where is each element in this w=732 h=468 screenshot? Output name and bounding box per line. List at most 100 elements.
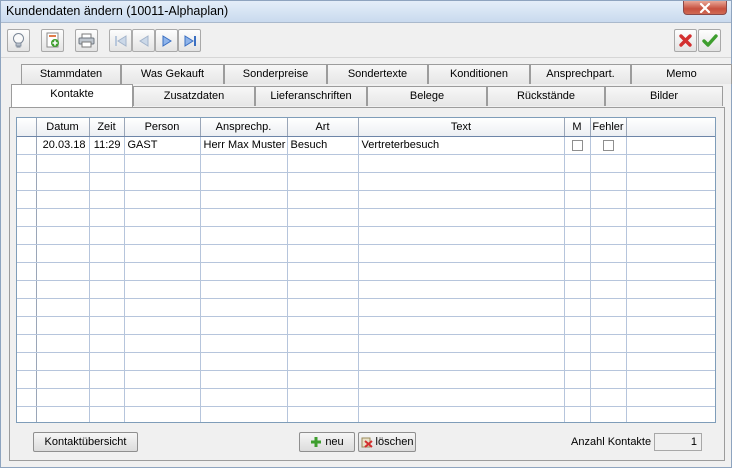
cell-text <box>358 208 565 227</box>
cell-ansprechp <box>200 262 288 281</box>
cell-fehler <box>590 208 627 227</box>
cell-zeit <box>89 154 125 173</box>
cell-fehler <box>590 226 627 245</box>
cell-datum <box>36 244 90 263</box>
tab-sondertexte[interactable]: Sondertexte <box>327 64 428 84</box>
cell-ansprechp <box>200 280 288 299</box>
cell-text <box>358 154 565 173</box>
cell-text <box>358 352 565 371</box>
cell-filler <box>626 154 715 173</box>
cell-m <box>564 388 591 407</box>
cell-text <box>358 190 565 209</box>
empty-table-row <box>17 370 715 389</box>
contact-overview-button[interactable]: Kontaktübersicht <box>33 432 138 452</box>
cell-m <box>564 154 591 173</box>
first-record-button[interactable] <box>109 29 132 52</box>
cell-zeit[interactable]: 11:29 <box>89 136 125 155</box>
cell-m <box>564 316 591 335</box>
tab-zusatzdaten[interactable]: Zusatzdaten <box>133 86 255 106</box>
row-indicator <box>17 334 37 353</box>
cell-text <box>358 226 565 245</box>
cell-filler <box>626 352 715 371</box>
column-header-datum[interactable]: Datum <box>36 118 90 137</box>
column-header-zeit[interactable]: Zeit <box>89 118 125 137</box>
cell-zeit <box>89 190 125 209</box>
fehler-checkbox[interactable] <box>602 139 614 151</box>
cell-art <box>287 172 359 191</box>
cell-zeit <box>89 370 125 389</box>
new-contact-button[interactable]: neu <box>299 432 355 452</box>
tab-was-gekauft[interactable]: Was Gekauft <box>121 64 224 84</box>
tab-lieferanschriften[interactable]: Lieferanschriften <box>255 86 367 106</box>
hint-button[interactable] <box>7 29 30 52</box>
m-checkbox[interactable] <box>571 139 583 151</box>
cell-text <box>358 370 565 389</box>
empty-table-row <box>17 280 715 299</box>
column-header-fehler[interactable]: Fehler <box>590 118 627 137</box>
cancel-icon <box>679 34 692 47</box>
cell-art <box>287 370 359 389</box>
next-record-icon <box>162 34 172 47</box>
empty-table-row <box>17 226 715 245</box>
print-button[interactable] <box>75 29 98 52</box>
cell-fehler <box>590 172 627 191</box>
last-record-button[interactable] <box>178 29 201 52</box>
cell-text[interactable]: Vertreterbesuch <box>358 136 565 155</box>
cell-ansprechp <box>200 190 288 209</box>
tab-sonderpreise[interactable]: Sonderpreise <box>224 64 327 84</box>
cell-art <box>287 406 359 422</box>
tab-memo[interactable]: Memo <box>631 64 732 84</box>
last-record-icon <box>184 34 196 47</box>
tab-ansprechpart[interactable]: Ansprechpart. <box>530 64 631 84</box>
empty-table-row <box>17 154 715 173</box>
table-row[interactable]: 20.03.18 11:29 GAST Herr Max Muster Besu… <box>17 136 715 155</box>
tab-konditionen[interactable]: Konditionen <box>428 64 530 84</box>
cell-zeit <box>89 406 125 422</box>
cell-filler <box>626 316 715 335</box>
tab-stammdaten[interactable]: Stammdaten <box>21 64 121 84</box>
confirm-button[interactable] <box>698 29 721 52</box>
delete-contact-button[interactable]: löschen <box>358 432 416 452</box>
tab-bilder[interactable]: Bilder <box>605 86 723 106</box>
cell-zeit <box>89 388 125 407</box>
toolbar <box>1 24 731 58</box>
column-header-art[interactable]: Art <box>287 118 359 137</box>
dialog-window: Kundendaten ändern (10011-Alphaplan) Sta… <box>0 0 732 468</box>
printer-icon <box>78 33 95 48</box>
next-record-button[interactable] <box>155 29 178 52</box>
previous-record-button[interactable] <box>132 29 155 52</box>
row-indicator <box>17 190 37 209</box>
cell-datum <box>36 334 90 353</box>
cell-art[interactable]: Besuch <box>287 136 359 155</box>
row-indicator <box>17 172 37 191</box>
cell-datum <box>36 316 90 335</box>
new-record-button[interactable] <box>41 29 64 52</box>
row-indicator[interactable] <box>17 136 37 155</box>
column-header-m[interactable]: M <box>564 118 591 137</box>
cell-m <box>564 352 591 371</box>
cell-ansprechp[interactable]: Herr Max Muster <box>200 136 288 155</box>
tab-rueckstaende[interactable]: Rückstände <box>487 86 605 106</box>
cell-filler <box>626 136 715 155</box>
cell-datum <box>36 388 90 407</box>
tab-kontakte[interactable]: Kontakte <box>11 84 133 107</box>
cell-ansprechp <box>200 388 288 407</box>
cell-person[interactable]: GAST <box>124 136 201 155</box>
column-header-text[interactable]: Text <box>358 118 565 137</box>
cell-datum <box>36 352 90 371</box>
tab-belege[interactable]: Belege <box>367 86 487 106</box>
cell-text <box>358 334 565 353</box>
confirm-icon <box>701 34 718 47</box>
add-document-icon <box>46 32 59 48</box>
cell-zeit <box>89 298 125 317</box>
column-header-person[interactable]: Person <box>124 118 201 137</box>
window-close-button[interactable] <box>683 1 727 15</box>
cancel-button[interactable] <box>674 29 697 52</box>
cell-fehler <box>590 280 627 299</box>
cell-zeit <box>89 172 125 191</box>
column-header-ansprechp[interactable]: Ansprechp. <box>200 118 288 137</box>
cell-person <box>124 334 201 353</box>
cell-filler <box>626 244 715 263</box>
cell-person <box>124 388 201 407</box>
cell-datum[interactable]: 20.03.18 <box>36 136 90 155</box>
